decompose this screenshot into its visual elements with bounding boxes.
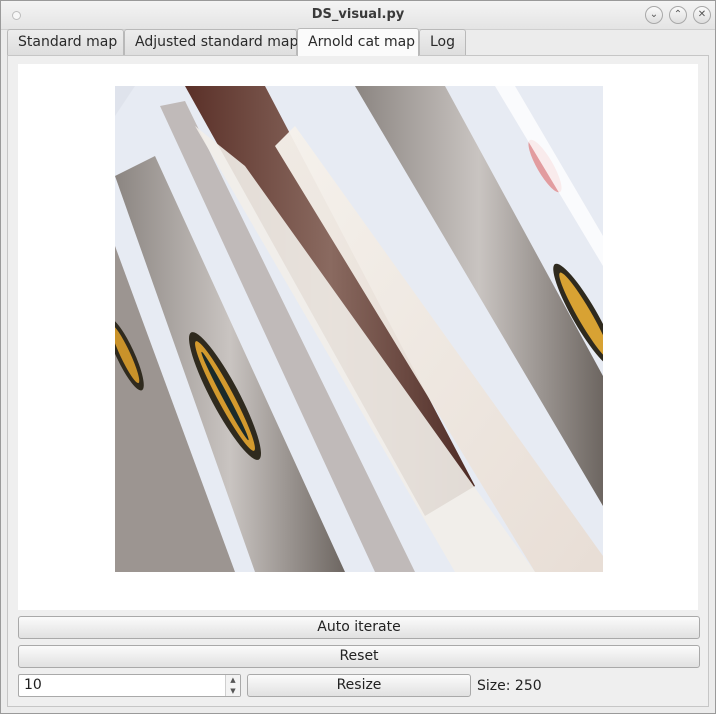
size-label: Size: 250 <box>477 678 542 694</box>
minimize-button[interactable]: ⌄ <box>645 6 663 24</box>
tab-standard-map[interactable]: Standard map <box>7 29 124 55</box>
window-title: DS_visual.py <box>311 7 405 22</box>
close-button[interactable]: ✕ <box>693 6 711 24</box>
arnold-cat-map-panel: Auto iterate Reset 10 ▲ ▼ Resize Size: 2… <box>7 55 709 707</box>
iterations-spinbox[interactable]: 10 ▲ ▼ <box>18 674 241 697</box>
spin-down-icon[interactable]: ▼ <box>228 686 238 696</box>
iterations-value[interactable]: 10 <box>24 677 42 693</box>
close-icon: ✕ <box>697 9 707 20</box>
cat-map-image <box>115 86 603 572</box>
tab-arnold-cat-map[interactable]: Arnold cat map <box>297 28 419 56</box>
auto-iterate-button[interactable]: Auto iterate <box>18 616 700 639</box>
image-canvas <box>18 64 698 610</box>
spinbox-arrows: ▲ ▼ <box>225 675 240 696</box>
tab-adjusted-standard-map[interactable]: Adjusted standard map <box>124 29 298 55</box>
tab-log[interactable]: Log <box>419 29 466 55</box>
maximize-button[interactable]: ⌃ <box>669 6 687 24</box>
spin-up-icon[interactable]: ▲ <box>228 675 238 685</box>
resize-button[interactable]: Resize <box>247 674 471 697</box>
app-window: DS_visual.py ⌄ ⌃ ✕ Standard map Adjusted… <box>0 0 716 714</box>
chevron-up-icon: ⌃ <box>673 9 683 20</box>
reset-button[interactable]: Reset <box>18 645 700 668</box>
chevron-down-icon: ⌄ <box>649 9 659 20</box>
title-bar[interactable]: DS_visual.py ⌄ ⌃ ✕ <box>1 1 715 30</box>
